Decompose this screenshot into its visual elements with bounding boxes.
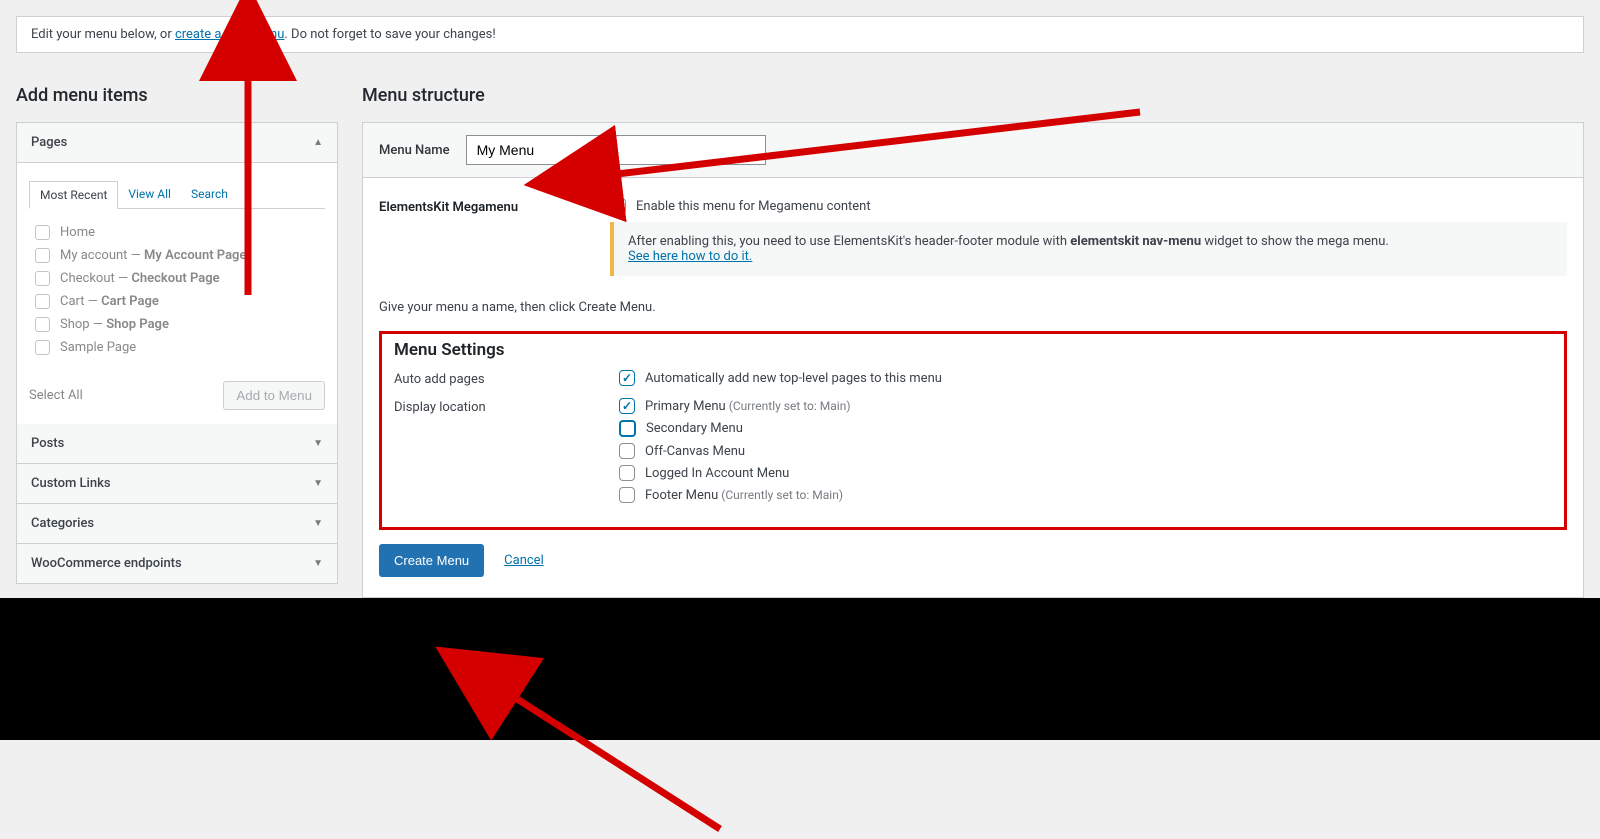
list-item[interactable]: Cart — Cart Page xyxy=(35,290,319,313)
menu-settings-highlight: Menu Settings Auto add pages Automatical… xyxy=(379,331,1567,530)
caret-up-icon: ▲ xyxy=(313,137,323,148)
notice-text-pre: Edit your menu below, or xyxy=(31,27,175,42)
add-menu-items-title: Add menu items xyxy=(16,85,338,106)
cancel-link[interactable]: Cancel xyxy=(504,553,544,568)
caret-down-icon: ▼ xyxy=(313,478,323,489)
caret-down-icon: ▼ xyxy=(313,518,323,529)
caret-down-icon: ▼ xyxy=(313,438,323,449)
pages-accordion-label: Pages xyxy=(31,135,67,150)
checkbox-icon[interactable] xyxy=(35,248,50,263)
enable-megamenu-checkbox[interactable]: Enable this menu for Megamenu content xyxy=(610,198,1567,214)
list-item[interactable]: Checkout — Checkout Page xyxy=(35,267,319,290)
create-menu-hint: Give your menu a name, then click Create… xyxy=(379,300,1567,315)
auto-add-checkbox[interactable]: Automatically add new top-level pages to… xyxy=(619,370,942,386)
add-to-menu-button[interactable]: Add to Menu xyxy=(223,381,325,410)
select-all-link[interactable]: Select All xyxy=(29,388,83,403)
list-item[interactable]: Home xyxy=(35,221,319,244)
pages-list: Home My account — My Account Page Checko… xyxy=(29,209,325,371)
tab-view-all[interactable]: View All xyxy=(118,181,181,208)
secondary-menu-checkbox[interactable]: Secondary Menu xyxy=(619,420,851,437)
list-item[interactable]: Shop — Shop Page xyxy=(35,313,319,336)
add-menu-accordion: Pages ▲ Most Recent View All Search Home… xyxy=(16,122,338,584)
woocommerce-accordion-head[interactable]: WooCommerce endpoints▼ xyxy=(17,544,337,583)
pages-accordion-head[interactable]: Pages ▲ xyxy=(17,123,337,163)
create-new-menu-link[interactable]: create a new menu xyxy=(175,27,284,42)
list-item[interactable]: Sample Page xyxy=(35,336,319,359)
custom-links-accordion-head[interactable]: Custom Links▼ xyxy=(17,464,337,504)
create-menu-button[interactable]: Create Menu xyxy=(379,544,484,577)
checkbox-checked-icon[interactable] xyxy=(619,398,635,414)
checkbox-icon[interactable] xyxy=(619,465,635,481)
menu-structure-title: Menu structure xyxy=(362,85,1584,106)
primary-menu-checkbox[interactable]: Primary Menu(Currently set to: Main) xyxy=(619,398,851,414)
checkbox-checked-icon[interactable] xyxy=(619,370,635,386)
tab-most-recent[interactable]: Most Recent xyxy=(29,181,118,209)
pages-tabs: Most Recent View All Search xyxy=(29,181,325,209)
menu-panel-header: Menu Name xyxy=(363,123,1583,178)
checkbox-icon[interactable] xyxy=(35,271,50,286)
list-item[interactable]: My account — My Account Page xyxy=(35,244,319,267)
display-location-label: Display location xyxy=(394,398,619,415)
megamenu-info-link[interactable]: See here how to do it. xyxy=(628,249,752,264)
caret-down-icon: ▼ xyxy=(313,558,323,569)
edit-menu-notice: Edit your menu below, or create a new me… xyxy=(16,16,1584,53)
bottom-black-bar xyxy=(0,598,1600,740)
checkbox-icon[interactable] xyxy=(619,487,635,503)
checkbox-icon[interactable] xyxy=(619,443,635,459)
categories-accordion-head[interactable]: Categories▼ xyxy=(17,504,337,544)
footer-menu-checkbox[interactable]: Footer Menu(Currently set to: Main) xyxy=(619,487,851,503)
menu-name-input[interactable] xyxy=(466,135,766,165)
logged-in-menu-checkbox[interactable]: Logged In Account Menu xyxy=(619,465,851,481)
menu-structure-panel: Menu Name ElementsKit Megamenu Enable th… xyxy=(362,122,1584,598)
tab-search[interactable]: Search xyxy=(181,181,238,208)
checkbox-icon[interactable] xyxy=(35,294,50,309)
menu-name-label: Menu Name xyxy=(379,143,450,158)
pages-accordion-body: Most Recent View All Search Home My acco… xyxy=(17,163,337,424)
checkbox-icon[interactable] xyxy=(35,340,50,355)
checkbox-icon[interactable] xyxy=(35,317,50,332)
auto-add-label: Auto add pages xyxy=(394,370,619,387)
posts-accordion-head[interactable]: Posts▼ xyxy=(17,424,337,464)
menu-settings-title: Menu Settings xyxy=(394,340,1552,360)
checkbox-focused-icon[interactable] xyxy=(619,420,636,437)
checkbox-icon[interactable] xyxy=(610,198,626,214)
checkbox-icon[interactable] xyxy=(35,225,50,240)
megamenu-info-notice: After enabling this, you need to use Ele… xyxy=(610,222,1567,276)
offcanvas-menu-checkbox[interactable]: Off-Canvas Menu xyxy=(619,443,851,459)
megamenu-label: ElementsKit Megamenu xyxy=(379,198,594,215)
notice-text-post: . Do not forget to save your changes! xyxy=(284,27,495,42)
